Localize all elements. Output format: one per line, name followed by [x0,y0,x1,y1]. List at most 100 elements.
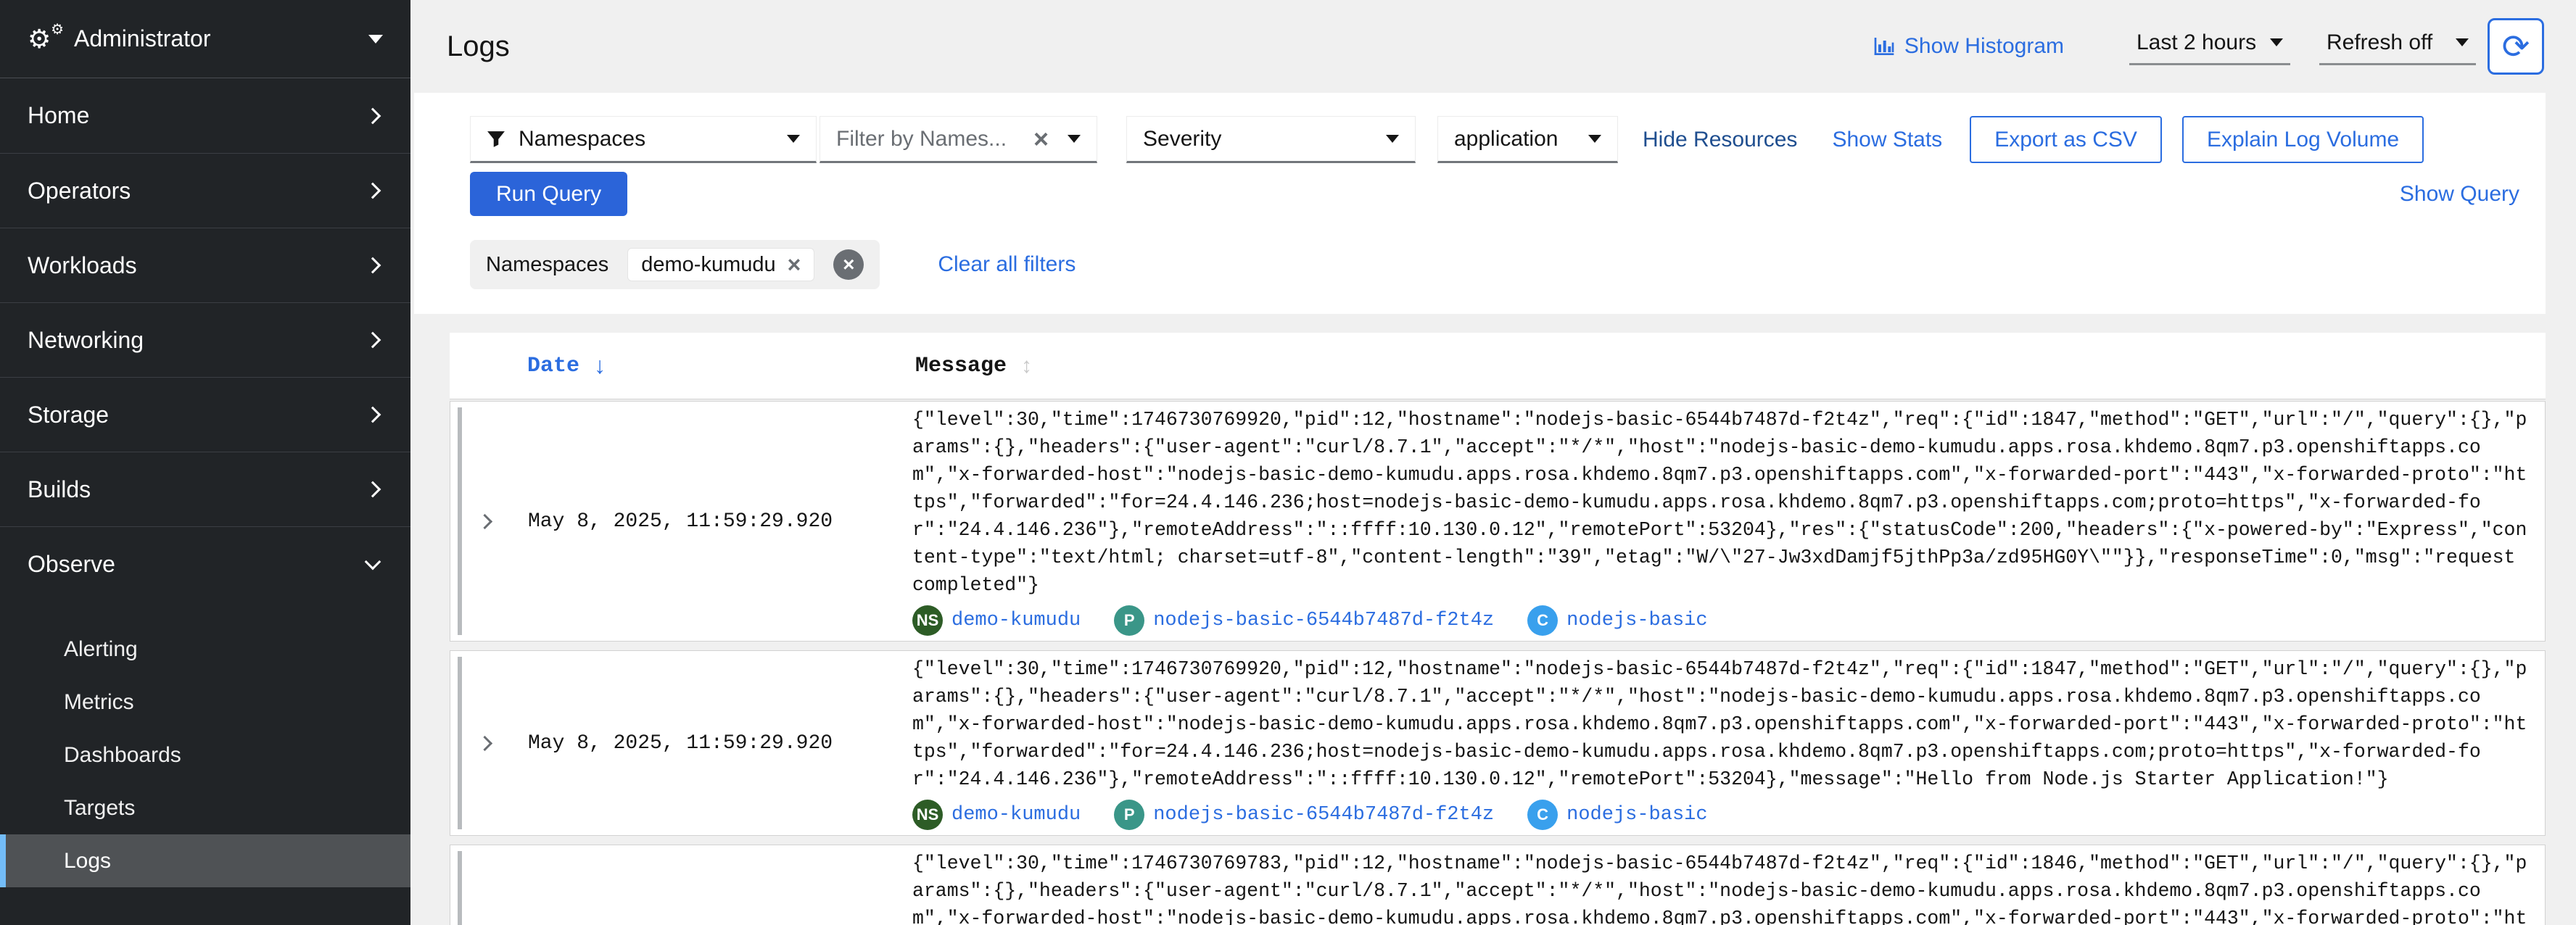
caret-down-icon[interactable] [1068,135,1081,143]
explain-log-volume-button[interactable]: Explain Log Volume [2182,116,2424,163]
run-query-button[interactable]: Run Query [470,172,627,216]
log-message-cell: {"level":30,"time":1746730769783,"pid":1… [912,850,2535,925]
date-header-label: Date [527,354,579,378]
sync-icon: ⟳ [2502,30,2530,63]
sidebar-item-logs[interactable]: Logs [0,834,410,887]
row-accent-bar [458,657,462,829]
sidebar-item-builds[interactable]: Builds [0,452,410,526]
log-row: May 8, 2025, 11:59:29.920 {"level":30,"t… [450,401,2546,642]
caret-down-icon [368,35,383,43]
hide-resources-link[interactable]: Hide Resources [1643,128,1797,152]
log-date: May 8, 2025, 11:59:29.784 [510,850,912,925]
sidebar-item-networking[interactable]: Networking [0,302,410,377]
app-root: ⚙⚙ Administrator Home Operators Workload… [0,0,2576,925]
caret-down-icon [787,135,800,143]
sidebar-item-label: Workloads [28,252,137,279]
container-link[interactable]: nodejs-basic [1566,610,1707,631]
severity-select[interactable]: Severity [1126,116,1416,163]
show-query-link[interactable]: Show Query [2400,182,2519,207]
namespace-link[interactable]: demo-kumudu [951,804,1081,826]
chevron-right-icon [365,183,381,199]
show-histogram-link[interactable]: Show Histogram [1873,34,2064,59]
refresh-interval-select[interactable]: Refresh off [2319,28,2476,65]
log-row: May 8, 2025, 11:59:29.920 {"level":30,"t… [450,650,2546,836]
filters-toolbar: Namespaces Filter by Names... × Severity… [414,93,2546,314]
pod-badge-icon: P [1114,800,1144,830]
expand-row-button[interactable] [459,406,510,636]
filter-chip-label: demo-kumudu [641,253,775,277]
sidebar-nav: Home Operators Workloads Networking Stor… [0,78,410,887]
namespace-link[interactable]: demo-kumudu [951,610,1081,631]
chevron-right-icon [365,407,381,423]
perspective-switcher[interactable]: ⚙⚙ Administrator [0,0,410,78]
observe-subnav: Alerting Metrics Dashboards Targets Logs [0,601,410,887]
namespace-resource: NS demo-kumudu [912,605,1081,636]
caret-down-icon [2270,38,2283,46]
sidebar-item-label: Networking [28,327,144,354]
sidebar-item-label: Builds [28,476,91,503]
container-resource: C nodejs-basic [1527,605,1707,636]
chevron-right-icon [365,481,381,498]
message-column-header[interactable]: Message ↕ [912,354,2546,378]
container-badge-icon: C [1527,605,1558,636]
sidebar-item-label: Dashboards [64,743,181,768]
sidebar-item-home[interactable]: Home [0,78,410,153]
page-title: Logs [447,30,510,63]
chevron-right-icon [476,513,492,528]
export-csv-button[interactable]: Export as CSV [1970,116,2162,163]
chevron-down-icon [365,554,381,571]
sidebar: ⚙⚙ Administrator Home Operators Workload… [0,0,410,925]
pod-link[interactable]: nodejs-basic-6544b7487d-f2t4z [1153,610,1494,631]
sidebar-item-metrics[interactable]: Metrics [0,676,410,729]
sort-descending-icon: ↓ [594,352,606,379]
log-table: Date ↓ Message ↕ May 8, 2025, 11:59:29.9… [450,333,2546,925]
sidebar-item-label: Metrics [64,690,134,715]
remove-chip-icon[interactable]: × [788,253,801,276]
active-filters-row: Namespaces demo-kumudu × × Clear all fil… [470,240,2525,289]
sidebar-item-dashboards[interactable]: Dashboards [0,729,410,781]
sidebar-item-workloads[interactable]: Workloads [0,228,410,302]
date-column-header[interactable]: Date ↓ [509,352,912,379]
resource-badges: NS demo-kumudu P nodejs-basic-6544b7487d… [912,799,2532,831]
gear-icon: ⚙⚙ [28,23,59,55]
clear-input-icon[interactable]: × [1033,126,1049,152]
sidebar-item-observe[interactable]: Observe [0,526,410,601]
refresh-button[interactable]: ⟳ [2488,18,2544,75]
container-resource: C nodejs-basic [1527,800,1707,830]
caret-down-icon [1588,135,1601,143]
show-histogram-label: Show Histogram [1904,34,2064,59]
sidebar-item-operators[interactable]: Operators [0,153,410,228]
pod-link[interactable]: nodejs-basic-6544b7487d-f2t4z [1153,804,1494,826]
main-content: Logs Show Histogram Last 2 hours Refresh… [410,0,2576,925]
caret-down-icon [1386,135,1399,143]
row-accent-bar [458,851,462,925]
show-stats-link[interactable]: Show Stats [1832,128,1942,152]
page-header: Logs Show Histogram Last 2 hours Refresh… [410,0,2576,93]
row-accent-bar [458,407,462,635]
attribute-filter-label: Namespaces [519,127,645,152]
time-range-select[interactable]: Last 2 hours [2129,28,2290,65]
chevron-right-icon [365,257,381,274]
name-filter-input[interactable]: Filter by Names... × [820,116,1097,163]
sidebar-item-alerting[interactable]: Alerting [0,623,410,676]
sidebar-item-targets[interactable]: Targets [0,781,410,834]
clear-chip-group-icon[interactable]: × [833,249,864,280]
container-link[interactable]: nodejs-basic [1566,804,1707,826]
pod-badge-icon: P [1114,605,1144,636]
clear-all-filters-link[interactable]: Clear all filters [938,252,1076,277]
table-header: Date ↓ Message ↕ [450,333,2546,399]
run-query-row: Run Query Show Query [470,172,2525,216]
filter-row: Namespaces Filter by Names... × Severity… [470,116,2525,163]
sidebar-item-storage[interactable]: Storage [0,377,410,452]
perspective-label: Administrator [74,25,211,52]
chevron-right-icon [365,107,381,124]
severity-label: Severity [1143,127,1221,152]
expand-row-button[interactable] [459,655,510,831]
attribute-filter-select[interactable]: Namespaces [470,116,817,163]
log-message: {"level":30,"time":1746730769783,"pid":1… [912,850,2532,925]
expand-row-button[interactable] [459,850,510,925]
log-row: May 8, 2025, 11:59:29.784 {"level":30,"t… [450,845,2546,925]
log-type-select[interactable]: application [1437,116,1618,163]
namespace-badge-icon: NS [912,605,943,636]
sidebar-item-label: Operators [28,178,131,204]
